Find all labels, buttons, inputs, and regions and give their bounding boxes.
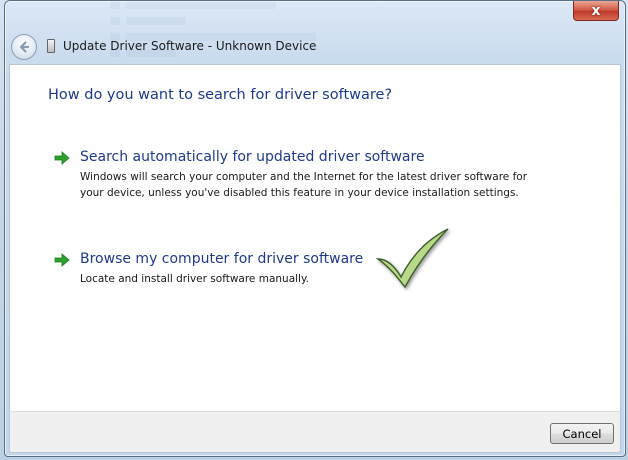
cancel-button[interactable]: Cancel — [550, 423, 614, 444]
close-icon: x — [591, 2, 601, 19]
option-description: Locate and install driver software manua… — [80, 273, 310, 285]
back-arrow-icon — [19, 41, 30, 53]
option-title[interactable]: Search automatically for updated driver … — [80, 149, 425, 165]
update-driver-dialog: x Update Driver Software - Unknown Devic… — [4, 0, 626, 457]
close-button[interactable]: x — [573, 1, 619, 21]
window-title: Update Driver Software - Unknown Device — [63, 39, 317, 53]
device-icon — [47, 39, 55, 53]
checkmark-icon — [375, 228, 449, 289]
window-title-bar: Update Driver Software - Unknown Device — [47, 36, 316, 56]
green-arrow-icon — [54, 253, 70, 267]
option-title[interactable]: Browse my computer for driver software — [80, 251, 363, 267]
option-description: Windows will search your computer and th… — [80, 171, 528, 199]
dialog-content: How do you want to search for driver sof… — [9, 64, 621, 412]
dialog-footer: Cancel — [9, 411, 621, 453]
green-arrow-icon — [54, 151, 70, 165]
page-title: How do you want to search for driver sof… — [48, 87, 393, 103]
back-button[interactable] — [11, 34, 37, 60]
